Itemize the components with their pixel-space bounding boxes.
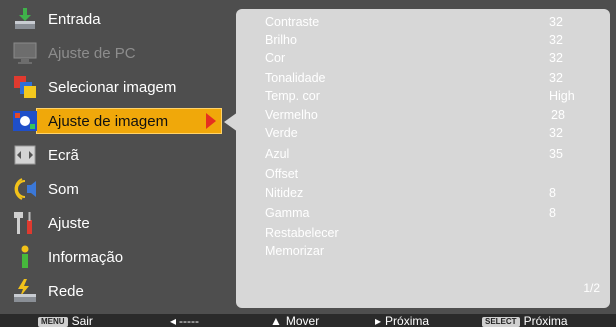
menu-item-label: Som: [48, 180, 79, 198]
setting-value: 8: [549, 186, 556, 200]
setting-name: Memorizar: [265, 244, 325, 258]
setting-name: Contraste: [265, 15, 320, 29]
setting-row-offset[interactable]: Offset: [265, 165, 595, 183]
menu-item-entrada[interactable]: Entrada: [6, 4, 234, 34]
menu-item-som[interactable]: Som: [6, 174, 234, 204]
image-adjust-icon: [12, 108, 38, 134]
menu-item-ajuste-de-pc[interactable]: Ajuste de PC: [6, 38, 234, 68]
menu-item-label: Ajuste de imagem: [48, 112, 169, 130]
setting-value: 32: [549, 71, 563, 85]
image-adjust-panel: Contraste 32 Brilho 32 Cor 32 Tonalidade…: [236, 9, 610, 308]
setting-value: 32: [549, 126, 563, 140]
projector-osd: Entrada Ajuste de PC Selecionar imagem A…: [0, 0, 616, 327]
setting-name: Tonalidade: [265, 71, 326, 85]
setting-name: Nitidez: [265, 186, 304, 200]
left-arrow-icon: ◂: [170, 314, 177, 327]
footer-select: SELECT Próxima: [482, 314, 568, 327]
setting-name: Temp. cor: [265, 89, 320, 103]
select-key-icon: SELECT: [482, 316, 520, 327]
information-icon: [12, 244, 38, 270]
setting-name: Gamma: [265, 206, 310, 220]
menu-item-informacao[interactable]: Informação: [6, 242, 234, 272]
footer-exit-label: Sair: [71, 314, 93, 327]
sound-icon: [12, 176, 38, 202]
up-down-arrow-icon: ▲: [270, 314, 282, 327]
menu-item-label: Ecrã: [48, 146, 79, 164]
menu-item-ecra[interactable]: Ecrã: [6, 140, 234, 170]
footer-back: ◂ -----: [170, 314, 199, 327]
image-select-icon: [12, 74, 38, 100]
setting-icon: [12, 210, 38, 236]
pc-adjust-icon: [12, 40, 38, 66]
setting-value: 28: [551, 108, 565, 122]
setting-row-vermelho[interactable]: Vermelho 28: [265, 106, 595, 124]
setting-name: Azul: [265, 147, 290, 161]
network-icon: [12, 278, 38, 304]
menu-item-rede[interactable]: Rede: [6, 276, 234, 306]
screen-icon: [12, 142, 38, 168]
menu-item-label: Ajuste: [48, 214, 90, 232]
setting-name: Restabelecer: [265, 226, 339, 240]
setting-value: 32: [549, 33, 563, 47]
setting-value: 32: [549, 51, 563, 65]
setting-value: High: [549, 89, 575, 103]
footer-select-label: Próxima: [523, 314, 568, 327]
setting-row-gamma[interactable]: Gamma 8: [265, 204, 595, 222]
footer-next-label: Próxima: [385, 314, 430, 327]
setting-row-brilho[interactable]: Brilho 32: [265, 31, 595, 49]
setting-name: Offset: [265, 167, 299, 181]
menu-item-ajuste[interactable]: Ajuste: [6, 208, 234, 238]
setting-row-verde[interactable]: Verde 32: [265, 124, 595, 142]
setting-row-temp-cor[interactable]: Temp. cor High: [265, 87, 595, 105]
footer-move-label: Mover: [285, 314, 320, 327]
menu-item-label: Informação: [48, 248, 124, 266]
footer-help-bar: MENU Sair ◂ ----- ▲ Mover ▸ Próxima SELE…: [0, 314, 616, 327]
page-indicator: 1/2: [583, 281, 600, 295]
main-menu: Entrada Ajuste de PC Selecionar imagem A…: [6, 4, 238, 310]
setting-name: Cor: [265, 51, 286, 65]
menu-item-label: Rede: [48, 282, 84, 300]
menu-item-selecionar-imagem[interactable]: Selecionar imagem: [6, 72, 234, 102]
menu-item-ajuste-de-imagem[interactable]: Ajuste de imagem: [6, 106, 238, 136]
footer-move: ▲ Mover: [270, 314, 319, 327]
setting-row-memorizar[interactable]: Memorizar: [265, 242, 595, 260]
setting-value: 32: [549, 15, 563, 29]
setting-name: Vermelho: [265, 108, 318, 122]
setting-row-restabelecer[interactable]: Restabelecer: [265, 224, 595, 242]
setting-name: Brilho: [265, 33, 297, 47]
footer-next: ▸ Próxima: [375, 314, 429, 327]
setting-row-azul[interactable]: Azul 35: [265, 145, 595, 163]
setting-name: Verde: [265, 126, 298, 140]
menu-item-label: Entrada: [48, 10, 101, 28]
submenu-arrow-icon: [206, 113, 216, 129]
setting-row-contraste[interactable]: Contraste 32: [265, 13, 595, 31]
menu-item-label: Ajuste de PC: [48, 44, 136, 62]
right-arrow-icon: ▸: [375, 314, 382, 327]
setting-row-nitidez[interactable]: Nitidez 8: [265, 184, 595, 202]
setting-row-cor[interactable]: Cor 32: [265, 49, 595, 67]
menu-key-icon: MENU: [38, 316, 68, 327]
menu-item-label: Selecionar imagem: [48, 78, 177, 96]
input-icon: [12, 6, 38, 32]
setting-value: 35: [549, 147, 563, 161]
setting-row-tonalidade[interactable]: Tonalidade 32: [265, 69, 595, 87]
footer-back-label: -----: [179, 314, 200, 327]
footer-exit: MENU Sair: [38, 314, 93, 327]
setting-value: 8: [549, 206, 556, 220]
